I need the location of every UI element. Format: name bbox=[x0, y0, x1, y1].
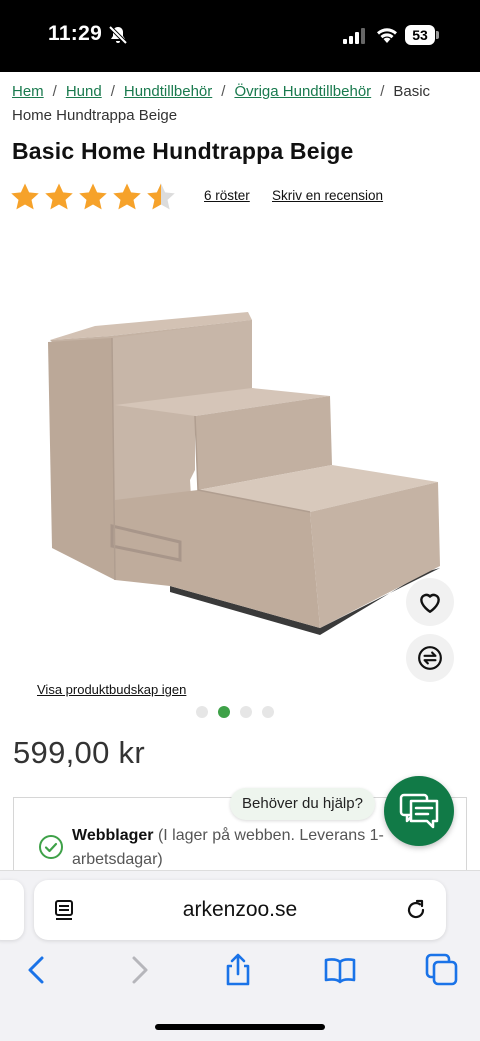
carousel-dot[interactable] bbox=[240, 706, 252, 718]
stock-detail: (I lager på webben. Leverans 1- bbox=[153, 827, 384, 844]
tabs-icon[interactable] bbox=[424, 952, 460, 988]
breadcrumb-link-dog[interactable]: Hund bbox=[66, 83, 102, 100]
breadcrumb-link-home[interactable]: Hem bbox=[12, 83, 44, 100]
help-bubble[interactable]: Behöver du hjälp? bbox=[230, 788, 375, 820]
breadcrumb-link-other-dog-accessories[interactable]: Övriga Hundtillbehör bbox=[234, 83, 371, 100]
star-full-icon bbox=[79, 183, 107, 210]
stock-label: Webblager bbox=[72, 827, 154, 844]
carousel-dot-active[interactable] bbox=[218, 706, 230, 718]
product-price: 599,00 kr bbox=[13, 735, 145, 770]
share-icon[interactable] bbox=[220, 952, 256, 988]
carousel-dot[interactable] bbox=[262, 706, 274, 718]
reload-icon[interactable] bbox=[404, 898, 428, 922]
compare-arrows-icon bbox=[418, 646, 442, 670]
dog-stairs-image[interactable] bbox=[20, 290, 460, 650]
cellular-signal-icon bbox=[343, 28, 365, 44]
show-product-message-link[interactable]: Visa produktbudskap igen bbox=[37, 682, 186, 697]
star-full-icon bbox=[45, 183, 73, 210]
votes-link[interactable]: 6 röster bbox=[204, 188, 250, 203]
forward-icon[interactable] bbox=[122, 952, 158, 988]
star-half-icon bbox=[147, 183, 175, 210]
battery-icon: 53 bbox=[405, 25, 439, 45]
bell-off-icon bbox=[108, 25, 128, 45]
status-time: 11:29 bbox=[48, 22, 103, 45]
carousel-dot[interactable] bbox=[196, 706, 208, 718]
chat-button[interactable] bbox=[384, 776, 454, 846]
stock-detail-cont: arbetsdagar) bbox=[72, 851, 163, 868]
rating-stars bbox=[8, 180, 178, 214]
star-full-icon bbox=[113, 183, 141, 210]
heart-icon bbox=[420, 593, 440, 613]
address-bar[interactable]: arkenzoo.se bbox=[34, 880, 446, 940]
wifi-icon bbox=[377, 28, 397, 43]
status-bar: 11:29 53 bbox=[0, 0, 480, 72]
compare-button[interactable] bbox=[406, 634, 454, 682]
breadcrumb-current: Basic bbox=[393, 83, 431, 100]
breadcrumb-link-dog-accessories[interactable]: Hundtillbehör bbox=[124, 83, 212, 100]
chat-icon bbox=[399, 793, 439, 829]
home-indicator bbox=[155, 1024, 325, 1030]
check-circle-icon bbox=[39, 835, 63, 859]
write-review-link[interactable]: Skriv en recension bbox=[272, 188, 383, 203]
breadcrumb: Hem / Hund / Hundtillbehör / Övriga Hundtillbe… bbox=[12, 83, 431, 124]
previous-tab-preview[interactable] bbox=[0, 880, 24, 940]
bookmarks-icon[interactable] bbox=[322, 952, 358, 988]
wishlist-button[interactable] bbox=[406, 578, 454, 626]
product-title: Basic Home Hundtrappa Beige bbox=[12, 138, 354, 164]
url-text: arkenzoo.se bbox=[182, 898, 298, 921]
back-icon[interactable] bbox=[18, 952, 54, 988]
breadcrumb-current-cont: Home Hundtrappa Beige bbox=[12, 107, 178, 124]
carousel-dots bbox=[196, 706, 274, 718]
star-full-icon bbox=[11, 183, 39, 210]
battery-level: 53 bbox=[405, 25, 435, 45]
